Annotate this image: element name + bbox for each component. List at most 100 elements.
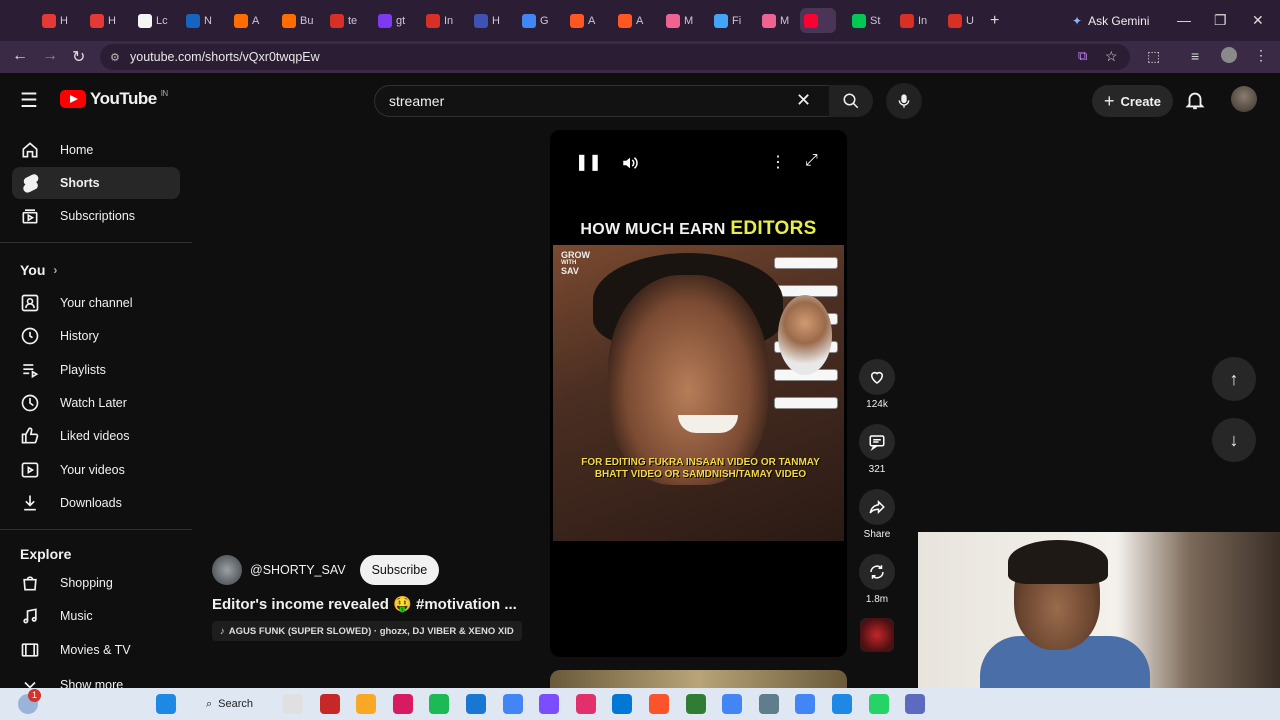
- app-icon[interactable]: [905, 694, 926, 714]
- app-icon[interactable]: [392, 694, 413, 714]
- browser-tab[interactable]: M: [758, 8, 794, 33]
- edge-icon[interactable]: [612, 694, 633, 714]
- sidebar-item-your-videos[interactable]: Your videos: [12, 454, 180, 486]
- windows-start-icon[interactable]: [156, 694, 176, 714]
- bookmark-star-icon[interactable]: ☆: [1105, 48, 1118, 65]
- browser-tab[interactable]: H: [86, 8, 122, 33]
- music-chip[interactable]: ♪ AGUS FUNK (SUPER SLOWED) · ghozx, DJ V…: [212, 621, 522, 641]
- sidebar-item-liked-videos[interactable]: Liked videos: [12, 420, 180, 452]
- hamburger-menu-icon[interactable]: ☰: [20, 88, 38, 113]
- close-window-button[interactable]: ✕: [1252, 12, 1264, 29]
- browser-tab[interactable]: St: [848, 8, 884, 33]
- brave-icon[interactable]: [649, 694, 669, 714]
- remix-button[interactable]: 1.8m: [858, 554, 896, 605]
- whatsapp-icon[interactable]: [868, 694, 889, 714]
- like-button[interactable]: 124k: [858, 359, 896, 410]
- forward-button[interactable]: →: [42, 47, 58, 65]
- previous-short-button[interactable]: ↑: [1212, 357, 1256, 401]
- spotify-icon[interactable]: [429, 694, 450, 714]
- music-note-icon: ♪: [220, 625, 225, 637]
- sidebar-item-downloads[interactable]: Downloads: [12, 487, 180, 519]
- sidebar-item-show-more[interactable]: Show more: [12, 669, 180, 689]
- pause-icon[interactable]: ❚❚: [575, 152, 602, 172]
- restore-button[interactable]: ❐: [1214, 12, 1227, 29]
- sidebar-item-movies-tv[interactable]: Movies & TV: [12, 634, 180, 666]
- new-tab-button[interactable]: +: [986, 8, 1006, 33]
- calculator-icon[interactable]: [758, 694, 779, 714]
- browser-tab[interactable]: In: [422, 8, 458, 33]
- chrome-icon[interactable]: [722, 694, 743, 714]
- browser-tab[interactable]: A: [566, 8, 602, 33]
- share-button[interactable]: Share: [858, 489, 896, 540]
- install-app-icon[interactable]: ⧉: [1078, 48, 1087, 64]
- sidebar-item-your-channel[interactable]: Your channel: [12, 287, 180, 319]
- mcafee-icon[interactable]: [319, 694, 340, 714]
- file-explorer-icon[interactable]: [356, 694, 377, 714]
- browser-tab[interactable]: Fi: [710, 8, 746, 33]
- instagram-icon[interactable]: [575, 694, 596, 714]
- profile-avatar[interactable]: [1221, 47, 1237, 63]
- voice-search-button[interactable]: [886, 83, 922, 119]
- browser-tab[interactable]: A: [614, 8, 650, 33]
- ask-gemini-button[interactable]: ✦ Ask Gemini: [1062, 9, 1159, 33]
- sidebar-item-playlists[interactable]: Playlists: [12, 354, 180, 386]
- copilot-icon[interactable]: [539, 694, 560, 714]
- sidebar-item-subscriptions[interactable]: Subscriptions: [12, 200, 180, 232]
- volume-icon[interactable]: [620, 154, 640, 172]
- minimize-button[interactable]: —: [1177, 12, 1191, 28]
- app-icon[interactable]: [832, 694, 852, 714]
- clear-search-icon[interactable]: ✕: [796, 90, 811, 111]
- sidebar-item-home[interactable]: Home: [12, 134, 180, 166]
- sidebar-you-heading[interactable]: You ›: [20, 262, 57, 278]
- browser-tab[interactable]: te: [326, 8, 362, 33]
- next-short-button[interactable]: ↓: [1212, 418, 1256, 462]
- sidebar-item-shopping[interactable]: Shopping: [12, 567, 180, 599]
- browser-tab[interactable]: Bu: [278, 8, 314, 33]
- next-short-preview[interactable]: [550, 670, 847, 690]
- extensions-icon[interactable]: ⬚: [1147, 48, 1160, 65]
- browser-tab[interactable]: In: [896, 8, 932, 33]
- browser-tab[interactable]: [800, 8, 836, 33]
- create-button[interactable]: + Create: [1092, 85, 1173, 117]
- browser-tab[interactable]: M: [662, 8, 698, 33]
- browser-tab[interactable]: Lc: [134, 8, 170, 33]
- comments-button[interactable]: 321: [858, 424, 896, 475]
- sidebar-item-shorts[interactable]: Shorts: [12, 167, 180, 199]
- sound-thumbnail[interactable]: [860, 618, 894, 652]
- account-avatar[interactable]: [1231, 86, 1257, 112]
- back-button[interactable]: ←: [12, 47, 28, 65]
- vim-icon[interactable]: [685, 694, 706, 714]
- store-icon[interactable]: [466, 694, 486, 714]
- browser-tab[interactable]: U: [944, 8, 980, 33]
- task-view-icon[interactable]: [283, 694, 303, 714]
- media-control-icon[interactable]: ≡: [1191, 48, 1199, 64]
- youtube-logo[interactable]: YouTube IN: [60, 89, 168, 109]
- channel-name[interactable]: @SHORTY_SAV: [250, 563, 346, 577]
- subscribe-button[interactable]: Subscribe: [359, 555, 440, 585]
- search-input[interactable]: streamer: [374, 85, 830, 117]
- browser-menu-icon[interactable]: ⋮: [1254, 47, 1268, 64]
- browser-tab[interactable]: G: [518, 8, 554, 33]
- browser-tab[interactable]: gt: [374, 8, 410, 33]
- sidebar-item-music[interactable]: Music: [12, 600, 180, 632]
- reload-button[interactable]: ↻: [72, 47, 85, 67]
- chrome-icon[interactable]: [502, 694, 523, 714]
- youtube-play-icon: [60, 90, 86, 108]
- fullscreen-icon[interactable]: ⤢: [805, 152, 818, 170]
- taskbar-search[interactable]: ⌕ Search: [198, 693, 261, 715]
- browser-tab[interactable]: N: [182, 8, 218, 33]
- site-info-icon[interactable]: ⚙: [110, 51, 120, 64]
- browser-tab[interactable]: H: [470, 8, 506, 33]
- channel-avatar[interactable]: [212, 555, 242, 585]
- short-title[interactable]: Editor's income revealed 🤑 #motivation .…: [212, 595, 542, 613]
- url-field[interactable]: ⚙ youtube.com/shorts/vQxr0twqpEw: [100, 44, 1130, 70]
- sidebar-item-history[interactable]: History: [12, 320, 180, 352]
- shorts-player[interactable]: ❚❚ ⋮ ⤢ HOW MUCH EARN EDITORS GROW WITH S…: [550, 130, 847, 657]
- browser-tab[interactable]: A: [230, 8, 266, 33]
- browser-tab[interactable]: H: [38, 8, 74, 33]
- search-button[interactable]: [829, 85, 873, 117]
- notifications-bell-icon[interactable]: [1184, 89, 1206, 111]
- sidebar-item-watch-later[interactable]: Watch Later: [12, 387, 180, 419]
- chrome-icon[interactable]: [795, 694, 816, 714]
- more-options-icon[interactable]: ⋮: [770, 152, 786, 172]
